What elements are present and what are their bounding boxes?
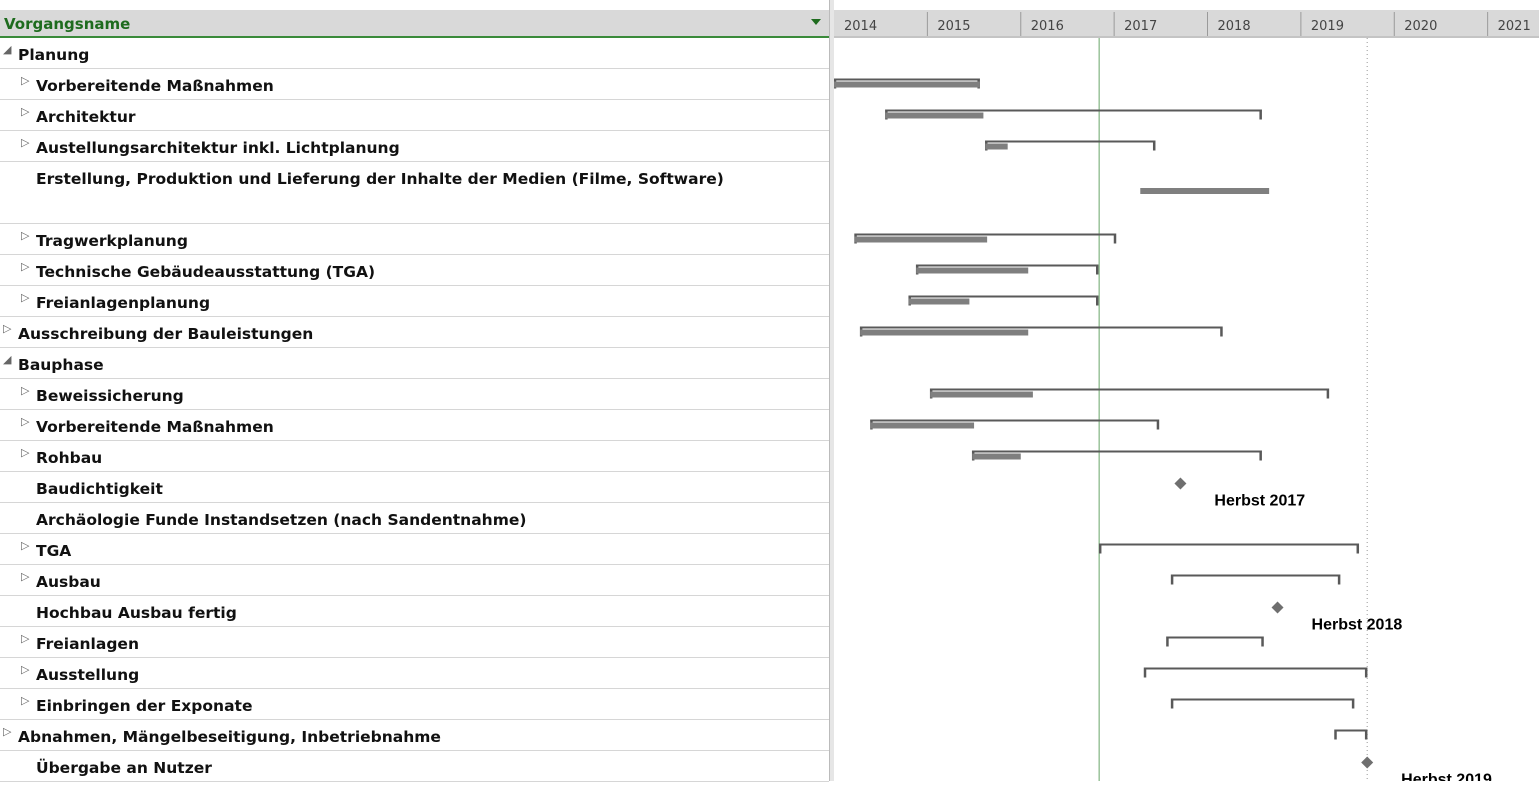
expand-triangle-icon[interactable]: ▷ [21,694,29,707]
expand-triangle-icon[interactable]: ▷ [21,384,29,397]
task-row[interactable]: ◢ Planung [0,38,829,69]
task-row[interactable]: Erstellung, Produktion und Lieferung der… [0,162,829,224]
task-bar[interactable] [972,453,1021,460]
task-name: Vorbereitende Maßnahmen [36,418,274,436]
task-row[interactable]: ▷ Rohbau [0,441,829,472]
task-name: Erstellung, Produktion und Lieferung der… [36,170,724,188]
milestone-diamond-icon[interactable] [1361,756,1374,769]
task-name: Beweissicherung [36,387,184,405]
expand-triangle-icon[interactable]: ▷ [21,136,29,149]
expand-triangle-icon[interactable]: ▷ [21,663,29,676]
task-name: Rohbau [36,449,103,467]
task-name: Baudichtigkeit [36,480,163,498]
task-row[interactable]: Übergabe an Nutzer [0,751,829,782]
task-name: Freianlagenplanung [36,294,211,312]
task-name: Austellungsarchitektur inkl. Lichtplanun… [36,139,400,157]
year-label: 2017 [1124,19,1157,34]
expand-triangle-icon[interactable]: ▷ [21,229,29,242]
gantt-svg: 2014 2015 2016 2017 2018 2019 2020 2021 Herbst 2… [833,10,1539,785]
task-name: Architektur [36,108,136,126]
expand-triangle-icon[interactable]: ▷ [21,539,29,552]
task-name: Hochbau Ausbau fertig [36,604,237,622]
task-name: Abnahmen, Mängelbeseitigung, Inbetriebna… [18,728,441,746]
task-row[interactable]: ▷ Abnahmen, Mängelbeseitigung, Inbetriebn… [0,720,829,751]
task-bar[interactable] [870,422,975,429]
task-row[interactable]: ▷ Tragwerkplanung [0,224,829,255]
task-name: Ausschreibung der Bauleistungen [18,325,314,343]
task-bar[interactable] [916,267,1029,274]
task-name: Vorbereitende Maßnahmen [36,77,274,95]
expand-triangle-icon[interactable]: ▷ [21,291,29,304]
expand-triangle-icon[interactable]: ▷ [21,415,29,428]
task-name: Bauphase [18,356,104,374]
task-row[interactable]: ▷ Ausstellung [0,658,829,689]
task-bar[interactable] [985,143,1008,150]
dropdown-arrow-icon[interactable] [811,19,821,25]
milestone-label: Herbst 2019 [1401,772,1492,782]
task-bar[interactable] [834,81,980,88]
milestone-label: Herbst 2018 [1312,617,1403,634]
expand-triangle-icon[interactable]: ▷ [21,570,29,583]
year-label: 2014 [844,19,877,34]
gantt-chart: 2014 2015 2016 2017 2018 2019 2020 2021 Herbst 2… [833,0,1539,785]
expand-triangle-icon[interactable]: ▷ [3,322,11,335]
expand-triangle-icon[interactable]: ▷ [21,74,29,87]
task-row[interactable]: ▷ Einbringen der Exponate [0,689,829,720]
task-bar[interactable] [860,329,1029,336]
task-bar[interactable] [854,236,988,243]
task-row[interactable]: ▷ Ausbau [0,565,829,596]
task-row[interactable]: ▷ TGA [0,534,829,565]
collapse-triangle-icon[interactable]: ◢ [3,43,11,56]
task-row[interactable]: Hochbau Ausbau fertig [0,596,829,627]
year-label: 2018 [1218,19,1251,34]
task-name: TGA [36,542,72,560]
milestone-label: Herbst 2017 [1214,493,1305,510]
year-label: 2015 [937,19,970,34]
task-row[interactable]: ▷ Ausschreibung der Bauleistungen [0,317,829,348]
milestone-diamond-icon[interactable] [1174,477,1187,490]
task-row[interactable]: ▷ Beweissicherung [0,379,829,410]
task-row[interactable]: ▷ Freianlagenplanung [0,286,829,317]
task-name: Freianlagen [36,635,139,653]
task-row[interactable]: ▷ Austellungsarchitektur inkl. Lichtplanu… [0,131,829,162]
column-header-label: Vorgangsname [4,15,131,33]
year-label: 2019 [1311,19,1344,34]
task-bar[interactable] [908,298,970,305]
expand-triangle-icon[interactable]: ▷ [21,105,29,118]
task-row[interactable]: ▷ Vorbereitende Maßnahmen [0,410,829,441]
task-name: Technische Gebäudeausstattung (TGA) [36,263,376,281]
task-bar[interactable] [1140,188,1270,194]
task-name: Ausstellung [36,666,140,684]
task-name: Einbringen der Exponate [36,697,253,715]
task-row[interactable]: ▷ Technische Gebäudeausstattung (TGA) [0,255,829,286]
task-row[interactable]: ▷ Architektur [0,100,829,131]
task-name: Ausbau [36,573,101,591]
milestone-diamond-icon[interactable] [1271,601,1284,614]
year-label: 2021 [1498,19,1531,34]
year-label: 2020 [1404,19,1437,34]
column-header-vorgangsname[interactable]: Vorgangsname [0,10,829,38]
expand-triangle-icon[interactable]: ▷ [21,260,29,273]
task-name: Übergabe an Nutzer [36,759,212,777]
task-name: Planung [18,46,90,64]
task-name-panel: Vorgangsname ◢ Planung ▷ Vorbereitende Maßn… [0,0,829,782]
collapse-triangle-icon[interactable]: ◢ [3,353,11,366]
expand-triangle-icon[interactable]: ▷ [3,725,11,738]
task-bar[interactable] [930,391,1033,398]
task-row[interactable]: Archäologie Funde Instandsetzen (nach Sa… [0,503,829,534]
expand-triangle-icon[interactable]: ▷ [21,446,29,459]
year-label: 2016 [1031,19,1064,34]
task-name: Archäologie Funde Instandsetzen (nach Sa… [36,511,527,529]
expand-triangle-icon[interactable]: ▷ [21,632,29,645]
task-row[interactable]: ▷ Freianlagen [0,627,829,658]
task-name: Tragwerkplanung [36,232,188,250]
task-row[interactable]: Baudichtigkeit [0,472,829,503]
task-bar[interactable] [885,112,984,119]
task-row[interactable]: ▷ Vorbereitende Maßnahmen [0,69,829,100]
task-row[interactable]: ◢ Bauphase [0,348,829,379]
